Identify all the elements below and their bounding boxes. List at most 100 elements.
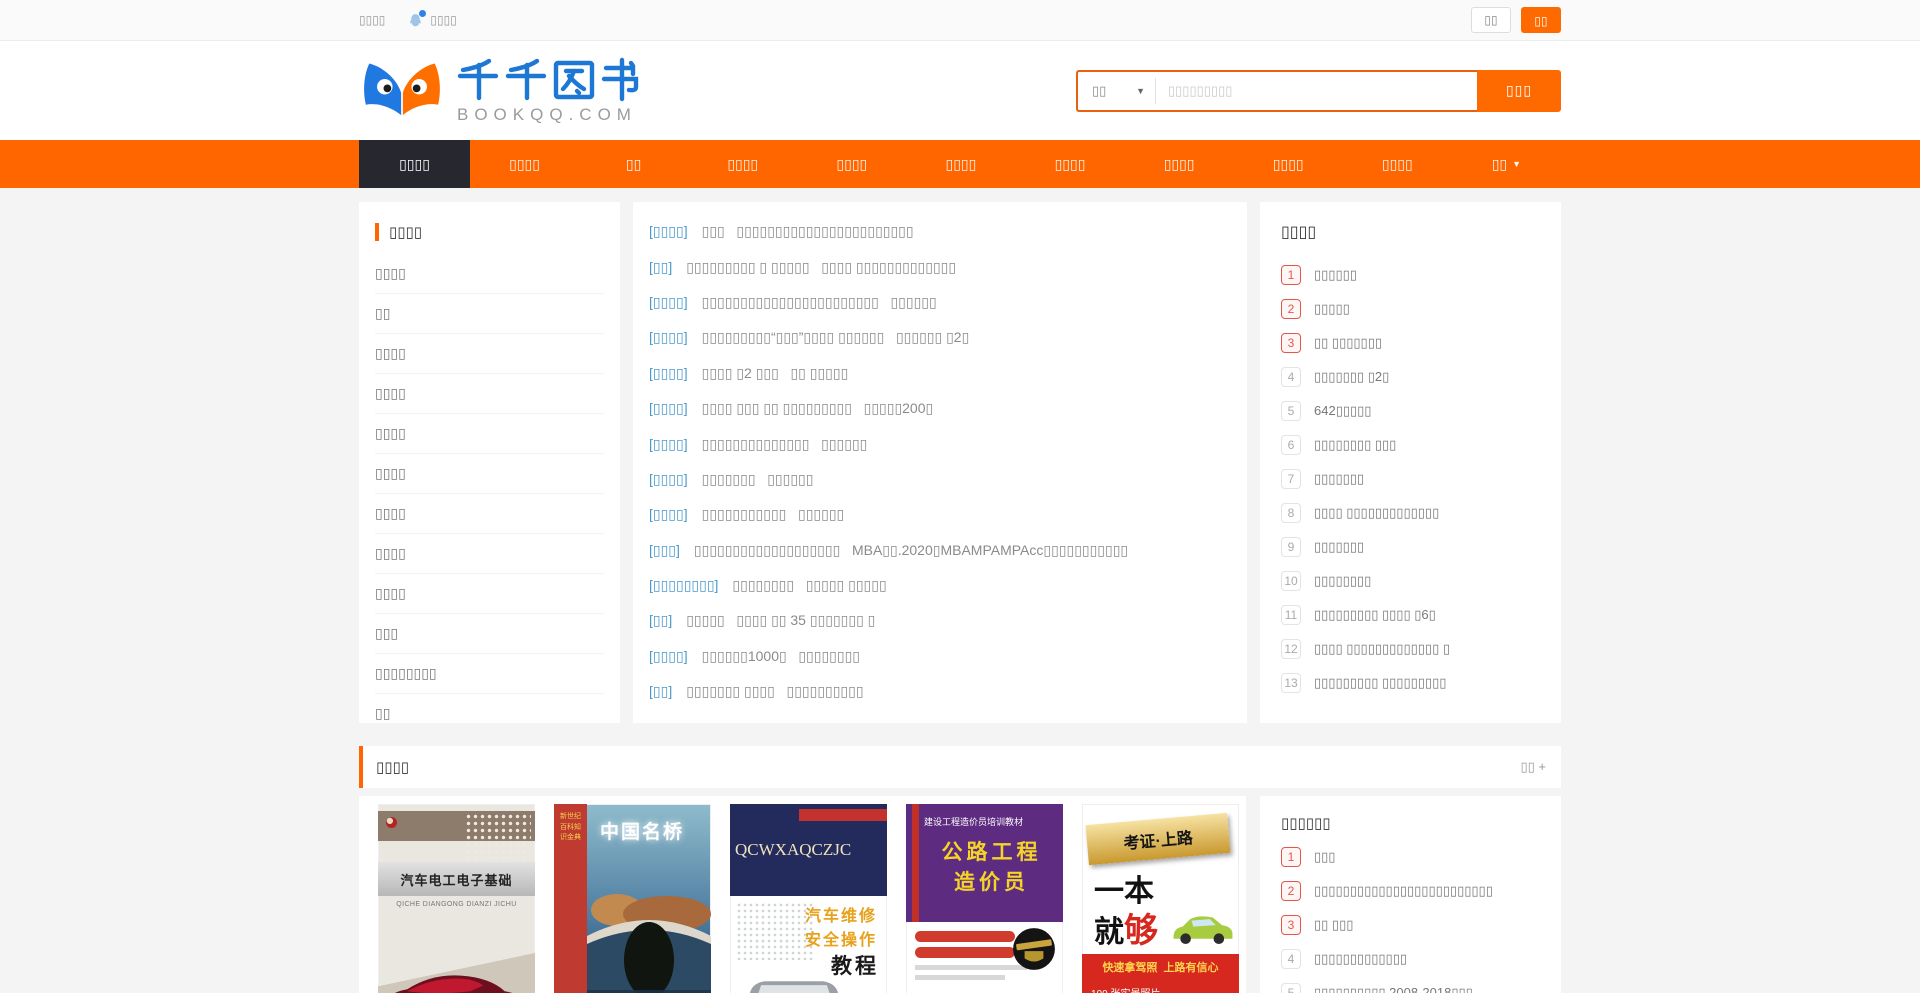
news-item[interactable]: ▯▯ ▯▯▯▯▯▯▯ ▯▯▯▯ ▯▯▯▯▯▯▯▯▯▯ xyxy=(649,674,1231,709)
news-item[interactable]: ▯▯▯▯ ▯▯▯▯▯▯▯▯▯▯▯ ▯▯▯▯▯▯ xyxy=(649,497,1231,532)
hot-list-item[interactable]: 2 ▯▯▯▯▯▯▯▯▯▯▯▯▯▯▯▯▯▯▯▯▯▯▯▯▯ xyxy=(1281,874,1540,908)
category-item[interactable]: ▯▯▯▯ xyxy=(375,374,604,414)
ranking-item[interactable]: 13 ▯▯▯▯▯▯▯▯▯ ▯▯▯▯▯▯▯▯▯ xyxy=(1281,666,1540,700)
search-input[interactable] xyxy=(1156,72,1477,110)
hot-list-title: ▯▯▯▯▯▯ xyxy=(1281,814,1540,832)
notification-dot xyxy=(419,10,426,17)
ranking-item[interactable]: 3 ▯▯ ▯▯▯▯▯▯▯ xyxy=(1281,326,1540,360)
book-cover-5[interactable]: 考证·上路 一本 就够 快速拿驾照 上路有信心 100 张实景照片 100 项要… xyxy=(1082,804,1239,993)
topbar-link-2[interactable]: ▯▯▯▯ xyxy=(430,13,456,27)
category-item[interactable]: ▯▯ xyxy=(375,294,604,334)
search-category-dropdown[interactable]: ▯▯ ▼ xyxy=(1078,78,1156,104)
book-cover-3[interactable]: QCWXAQCZJC 汽车维修 安全操作 教程 xyxy=(730,804,887,993)
category-item[interactable]: ▯▯▯▯ xyxy=(375,254,604,294)
news-item[interactable]: ▯▯▯▯ ▯▯▯▯ ▯▯▯ ▯▯ ▯▯▯▯▯▯▯▯▯ ▯▯▯▯▯200▯ xyxy=(649,391,1231,426)
nav-item[interactable]: ▯▯▯▯ ▼ xyxy=(688,140,797,188)
hot-item-title: ▯▯▯▯▯▯▯▯▯▯▯▯▯▯▯▯▯▯▯▯▯▯▯▯▯ xyxy=(1314,883,1493,899)
rank-item-title: ▯▯▯▯▯▯▯▯ xyxy=(1314,573,1371,589)
news-title: ▯▯▯▯▯▯▯▯▯▯▯▯▯▯▯▯▯▯▯ MBA▯▯.2020▯MBAMPAMPA… xyxy=(694,542,1128,559)
ranking-item[interactable]: 2 ▯▯▯▯▯ xyxy=(1281,292,1540,326)
hot-list-item[interactable]: 4 ▯▯▯▯▯▯▯▯▯▯▯▯▯ xyxy=(1281,942,1540,976)
cover4-banner: 建设工程造价员培训教材 xyxy=(924,815,1059,828)
rank-badge: 4 xyxy=(1281,949,1301,969)
topbar: ▯▯▯▯ ▯▯▯▯ ▯▯ ▯▯ xyxy=(0,0,1920,41)
red-car-illustration xyxy=(378,962,534,993)
news-item[interactable]: ▯▯▯▯ ▯▯▯▯ ▯2 ▯▯▯ ▯▯ ▯▯▯▯▯ xyxy=(649,356,1231,391)
ranking-item[interactable]: 1 ▯▯▯▯▯▯ xyxy=(1281,258,1540,292)
nav-item[interactable]: ▯▯▯▯ ▼ xyxy=(1015,140,1124,188)
rank-badge: 5 xyxy=(1281,983,1301,993)
book-cover-4[interactable]: 建设工程造价员培训教材 公路工程 造价员 快 准 全 xyxy=(906,804,1063,993)
nav-item[interactable]: ▯▯▯▯ ▼ xyxy=(1234,140,1343,188)
search-button[interactable]: ▯▯▯ xyxy=(1477,70,1561,112)
nav-item[interactable]: ▯▯▯▯ ▼ xyxy=(470,140,579,188)
ranking-item[interactable]: 7 ▯▯▯▯▯▯▯ xyxy=(1281,462,1540,496)
hot-list-item[interactable]: 5 ▯▯▯▯▯▯▯▯▯▯ 2008-2018▯▯▯ xyxy=(1281,976,1540,993)
cover3-latin-title: QCWXAQCZJC xyxy=(735,840,851,860)
ranking-item[interactable]: 11 ▯▯▯▯▯▯▯▯▯ ▯▯▯▯ ▯6▯ xyxy=(1281,598,1540,632)
ranking-item[interactable]: 5 642▯▯▯▯▯ xyxy=(1281,394,1540,428)
ranking-item[interactable]: 6 ▯▯▯▯▯▯▯▯ ▯▯▯ xyxy=(1281,428,1540,462)
category-item[interactable]: ▯▯ xyxy=(375,694,604,733)
rank-badge: 12 xyxy=(1281,639,1301,659)
hot-list-item[interactable]: 3 ▯▯ ▯▯▯ xyxy=(1281,908,1540,942)
category-item[interactable]: ▯▯▯▯ xyxy=(375,414,604,454)
nav-item[interactable]: ▯▯ ▼ xyxy=(579,140,688,188)
book-cover-2[interactable]: 新世纪百科知识金典 中国名桥 xyxy=(554,804,711,993)
register-button[interactable]: ▯▯ xyxy=(1521,7,1561,33)
category-item[interactable]: ▯▯▯▯ xyxy=(375,494,604,534)
category-item[interactable]: ▯▯▯▯ xyxy=(375,334,604,374)
category-item[interactable]: ▯▯▯▯▯▯▯▯ xyxy=(375,654,604,694)
news-tag: ▯▯ xyxy=(649,683,672,700)
cover2-series-strip: 新世纪百科知识金典 xyxy=(554,804,587,993)
book-cover-1[interactable]: 汽车电工电子基础 QICHE DIANGONG DIANZI JICHU xyxy=(378,804,535,993)
news-item[interactable]: ▯▯▯▯▯▯▯▯ ▯▯▯▯▯▯▯▯ ▯▯▯▯▯ ▯▯▯▯▯ xyxy=(649,568,1231,603)
cover5-feature-1: 100 张实景照片 xyxy=(1091,986,1230,993)
ranking-item[interactable]: 4 ▯▯▯▯▯▯▯ ▯2▯ xyxy=(1281,360,1540,394)
category-item[interactable]: ▯▯▯ xyxy=(375,614,604,654)
news-title: ▯▯▯▯▯▯▯▯▯▯▯▯▯▯▯▯▯▯▯▯▯▯▯ ▯▯▯▯▯▯ xyxy=(702,294,937,311)
news-item[interactable]: ▯▯ ▯▯▯▯▯▯▯▯▯ ▯ ▯▯▯▯▯ ▯▯▯▯ ▯▯▯▯▯▯▯▯▯▯▯▯▯ xyxy=(649,249,1231,284)
rank-badge: 1 xyxy=(1281,847,1301,867)
news-item[interactable]: ▯▯▯▯ ▯▯▯▯▯▯▯▯▯▯▯▯▯▯ ▯▯▯▯▯▯ xyxy=(649,426,1231,461)
news-tag: ▯▯▯ xyxy=(649,542,680,559)
nav-item[interactable]: ▯▯▯▯ ▼ xyxy=(797,140,906,188)
rank-item-title: ▯▯▯▯▯▯▯▯▯ ▯▯▯▯ ▯6▯ xyxy=(1314,607,1436,623)
topbar-link-1[interactable]: ▯▯▯▯ xyxy=(359,13,385,27)
ranking-item[interactable]: 9 ▯▯▯▯▯▯▯ xyxy=(1281,530,1540,564)
site-logo[interactable]: BOOKQQ.COM xyxy=(359,56,643,125)
rank-badge: 9 xyxy=(1281,537,1301,557)
news-tag: ▯▯▯▯ xyxy=(649,294,688,311)
hot-list-item[interactable]: 1 ▯▯▯ xyxy=(1281,840,1540,874)
more-link[interactable]: ▯▯ + xyxy=(1520,759,1546,775)
nav-item[interactable]: ▯▯ ▼ xyxy=(1452,140,1561,188)
main-content: ▯▯▯▯ ▯▯▯▯▯▯▯▯▯▯▯▯▯▯▯▯▯▯▯▯▯▯▯▯▯▯▯▯▯▯▯▯▯▯▯… xyxy=(359,188,1561,993)
rank-item-title: ▯▯▯▯ ▯▯▯▯▯▯▯▯▯▯▯▯▯ ▯ xyxy=(1314,641,1450,657)
news-tag: ▯▯▯▯ xyxy=(649,436,688,453)
cover1-subtitle: QICHE DIANGONG DIANZI JICHU xyxy=(378,901,535,908)
news-item[interactable]: ▯▯▯▯ ▯▯▯ ▯▯▯▯▯▯▯▯▯▯▯▯▯▯▯▯▯▯▯▯▯▯▯ xyxy=(649,214,1231,249)
ranking-item[interactable]: 8 ▯▯▯▯ ▯▯▯▯▯▯▯▯▯▯▯▯▯ xyxy=(1281,496,1540,530)
accent-bar xyxy=(375,223,379,241)
rank-badge: 10 xyxy=(1281,571,1301,591)
ranking-item[interactable]: 12 ▯▯▯▯ ▯▯▯▯▯▯▯▯▯▯▯▯▯ ▯ xyxy=(1281,632,1540,666)
nav-item[interactable]: ▯▯▯▯ ▼ xyxy=(906,140,1015,188)
rank-badge: 5 xyxy=(1281,401,1301,421)
rank-item-title: 642▯▯▯▯▯ xyxy=(1314,403,1371,419)
nav-item[interactable]: ▯▯▯▯ ▼ xyxy=(1125,140,1234,188)
news-item[interactable]: ▯▯▯ ▯▯▯▯▯▯▯▯▯▯▯▯▯▯▯▯▯▯▯ MBA▯▯.2020▯MBAMP… xyxy=(649,533,1231,568)
login-button[interactable]: ▯▯ xyxy=(1471,7,1511,33)
news-title: ▯▯▯▯▯▯▯▯▯“▯▯▯”▯▯▯▯ ▯▯▯▯▯▯ ▯▯▯▯▯▯ ▯2▯ xyxy=(702,329,970,346)
category-panel-title: ▯▯▯▯ xyxy=(389,223,422,241)
news-item[interactable]: ▯▯▯▯ ▯▯▯▯▯▯▯▯▯▯▯▯▯▯▯▯▯▯▯▯▯▯▯ ▯▯▯▯▯▯ xyxy=(649,285,1231,320)
ranking-item[interactable]: 10 ▯▯▯▯▯▯▯▯ xyxy=(1281,564,1540,598)
category-item[interactable]: ▯▯▯▯ xyxy=(375,534,604,574)
category-item[interactable]: ▯▯▯▯ xyxy=(375,574,604,614)
news-item[interactable]: ▯▯▯▯ ▯▯▯▯▯▯1000▯ ▯▯▯▯▯▯▯▯ xyxy=(649,639,1231,674)
news-item[interactable]: ▯▯▯▯ ▯▯▯▯▯▯▯ ▯▯▯▯▯▯ xyxy=(649,462,1231,497)
nav-item[interactable]: ▯▯▯▯ ▼ xyxy=(359,140,470,188)
category-item[interactable]: ▯▯▯▯ xyxy=(375,454,604,494)
news-item[interactable]: ▯▯ ▯▯▯▯▯ ▯▯▯▯ ▯▯ 35 ▯▯▯▯▯▯▯ ▯ xyxy=(649,603,1231,638)
news-item[interactable]: ▯▯▯▯ ▯▯▯▯▯▯▯▯▯“▯▯▯”▯▯▯▯ ▯▯▯▯▯▯ ▯▯▯▯▯▯ ▯2… xyxy=(649,320,1231,355)
nav-item[interactable]: ▯▯▯▯ ▼ xyxy=(1343,140,1452,188)
